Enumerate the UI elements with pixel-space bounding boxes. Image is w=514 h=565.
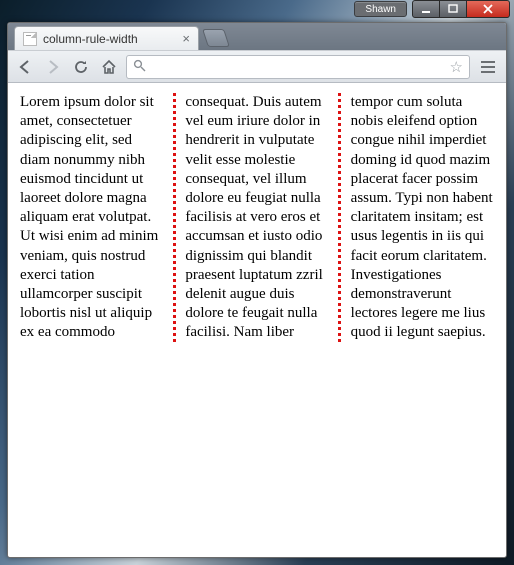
maximize-button[interactable] — [439, 0, 467, 18]
user-account-pill[interactable]: Shawn — [354, 1, 407, 17]
browser-window: column-rule-width × ☆ Lorem — [7, 22, 507, 558]
tab-title: column-rule-width — [43, 32, 176, 46]
tab-strip: column-rule-width × — [8, 23, 506, 50]
chrome-menu-button[interactable] — [476, 56, 500, 78]
new-tab-button[interactable] — [202, 29, 230, 47]
browser-toolbar: ☆ — [8, 50, 506, 83]
body-text: Lorem ipsum dolor sit amet, consectetuer… — [20, 94, 493, 340]
forward-button[interactable] — [42, 56, 64, 78]
home-button[interactable] — [98, 56, 120, 78]
minimize-button[interactable] — [412, 0, 440, 18]
url-input[interactable] — [152, 58, 444, 75]
page-viewport: Lorem ipsum dolor sit amet, consectetuer… — [8, 83, 506, 557]
close-button[interactable] — [466, 0, 510, 18]
tab-close-icon[interactable]: × — [182, 32, 190, 45]
multicolumn-text: Lorem ipsum dolor sit amet, consectetuer… — [20, 93, 494, 342]
page-favicon-icon — [23, 32, 37, 46]
browser-tab[interactable]: column-rule-width × — [14, 26, 199, 50]
back-button[interactable] — [14, 56, 36, 78]
bookmark-star-icon[interactable]: ☆ — [450, 58, 463, 76]
search-icon — [133, 59, 146, 75]
os-titlebar: Shawn — [0, 0, 514, 22]
reload-button[interactable] — [70, 56, 92, 78]
address-bar[interactable]: ☆ — [126, 55, 470, 79]
